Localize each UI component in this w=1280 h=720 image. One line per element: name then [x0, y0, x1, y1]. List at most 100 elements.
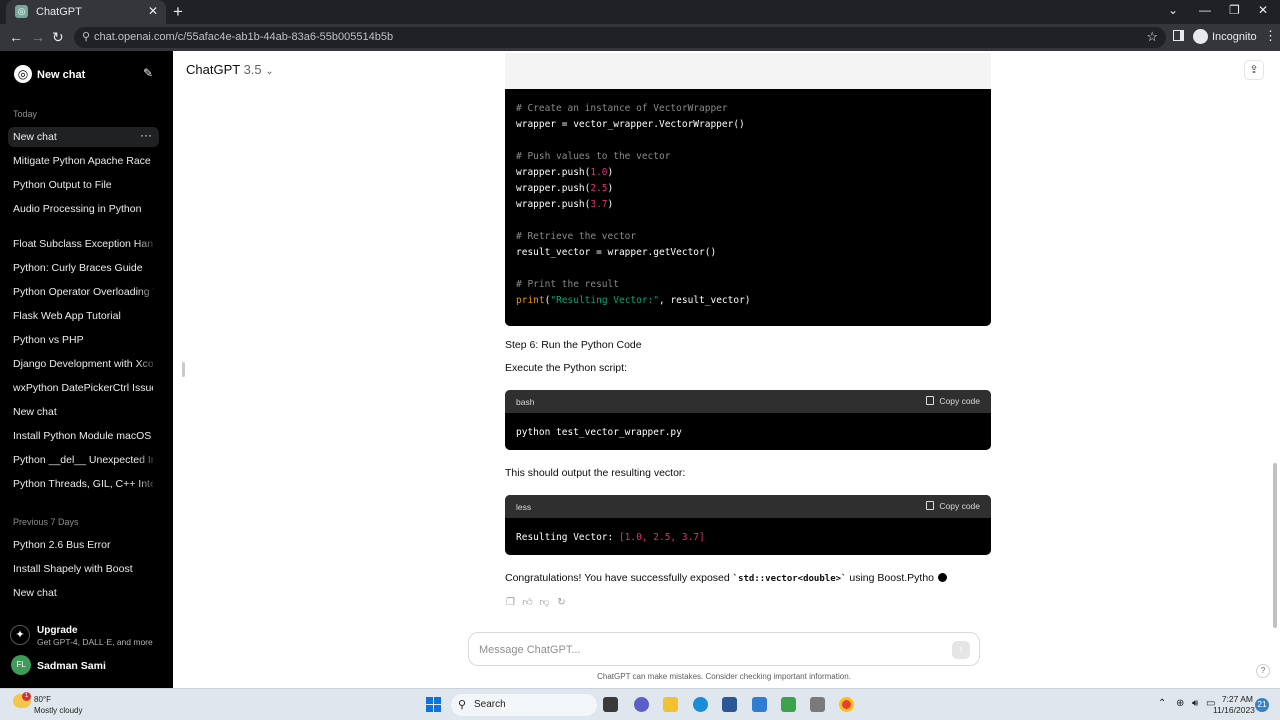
browser-menu-icon[interactable]: ⋮: [1264, 28, 1277, 44]
chat-history-item[interactable]: New chat ···: [8, 127, 159, 147]
scrollbar[interactable]: [1273, 463, 1277, 628]
chat-history-label: Django Development with Xcode: [13, 358, 153, 370]
new-tab-button[interactable]: +: [173, 2, 183, 22]
code-content: python test_vector_wrapper.py: [516, 427, 682, 438]
upgrade-title[interactable]: Upgrade: [37, 625, 78, 636]
taskbar-search[interactable]: ⚲ Search: [451, 694, 597, 716]
weather-temperature[interactable]: 80°F: [34, 695, 51, 704]
app-icon[interactable]: [810, 697, 825, 712]
chrome-icon[interactable]: [839, 697, 854, 712]
code-line: # Retrieve the vector: [516, 231, 637, 242]
edge-browser-icon[interactable]: [693, 697, 708, 712]
chat-history-item[interactable]: Python Output to File: [8, 175, 159, 195]
site-info-icon[interactable]: ⚲: [82, 30, 90, 43]
incognito-label[interactable]: Incognito: [1212, 31, 1257, 43]
bookmark-star-icon[interactable]: ☆: [1146, 29, 1158, 45]
url-field[interactable]: ⚲ chat.openai.com/c/55afac4e-ab1b-44ab-8…: [74, 27, 1166, 48]
back-icon[interactable]: ←: [9, 29, 23, 45]
disclaimer-text: ChatGPT can make mistakes. Consider chec…: [597, 672, 851, 681]
chat-history-item[interactable]: Python __del__ Unexpected Invocation: [8, 450, 159, 470]
chat-history-item[interactable]: Python: Curly Braces Guide: [8, 258, 159, 278]
chat-history-item[interactable]: Mitigate Python Apache Race: [8, 151, 159, 171]
chat-history-label: Python: Curly Braces Guide: [13, 262, 143, 274]
taskbar: 1 80°F Mostly cloudy ⚲ Search ⌃ ⊕ 🔊︎ ▭ 7…: [0, 688, 1280, 720]
forward-icon[interactable]: →: [31, 29, 45, 45]
weather-description[interactable]: Mostly cloudy: [34, 706, 82, 715]
new-chat-button[interactable]: New chat: [37, 69, 85, 81]
close-window-icon[interactable]: ✕: [1258, 3, 1268, 17]
chat-history-item[interactable]: Django Development with Xcode: [8, 354, 159, 374]
chat-history-item[interactable]: New chat: [8, 402, 159, 422]
windows-start-icon[interactable]: [426, 697, 441, 712]
volume-icon[interactable]: 🔊︎: [1192, 698, 1198, 709]
thumbs-up-icon[interactable]: 👍︎: [522, 597, 533, 608]
tray-chevron-up-icon[interactable]: ⌃: [1158, 698, 1166, 709]
clock-date[interactable]: 11/16/2023: [1213, 705, 1255, 715]
code-block-python: # Create an instance of VectorWrapper wra…: [505, 53, 991, 326]
task-view-icon[interactable]: [603, 697, 618, 712]
code-line: wrapper.push(1.0): [516, 167, 614, 178]
message-input[interactable]: [479, 641, 939, 659]
copy-code-button[interactable]: Copy code: [926, 501, 980, 511]
copy-code-button[interactable]: Copy code: [926, 396, 980, 406]
message-actions: ❐ 👍︎ 👎︎ ↻: [505, 592, 573, 610]
close-tab-icon[interactable]: ✕: [148, 4, 158, 18]
chat-history-item[interactable]: Audio Processing in Python: [8, 199, 159, 219]
model-version: 3.5: [243, 62, 262, 77]
code-line: # Push values to the vector: [516, 151, 671, 162]
openai-logo-icon[interactable]: ◎: [14, 65, 32, 83]
chat-history-item[interactable]: Install Python Module macOS: [8, 426, 159, 446]
code-block-header: less Copy code: [505, 495, 991, 518]
chat-history-label: Python vs PHP: [13, 334, 84, 346]
thumbs-down-icon[interactable]: 👎︎: [539, 597, 550, 608]
side-panel-icon[interactable]: [1173, 30, 1184, 41]
message-composer: ↑: [468, 632, 980, 666]
chat-app-icon[interactable]: [634, 697, 649, 712]
vscode-icon[interactable]: [752, 697, 767, 712]
chat-history-item[interactable]: Python vs PHP: [8, 330, 159, 350]
send-button[interactable]: ↑: [952, 641, 970, 659]
chat-history-label: Python Operator Overloading Tutorial: [13, 286, 153, 298]
copy-icon[interactable]: ❐: [505, 597, 516, 608]
section-title-previous-7-days: Previous 7 Days: [13, 517, 79, 527]
store-icon[interactable]: [722, 697, 737, 712]
chat-history-item[interactable]: Python Operator Overloading Tutorial: [8, 282, 159, 302]
chat-history-item[interactable]: Install Shapely with Boost: [8, 559, 159, 579]
chat-history-item[interactable]: Flask Web App Tutorial: [8, 306, 159, 326]
compose-icon[interactable]: ✎: [143, 66, 153, 80]
help-button[interactable]: ?: [1256, 664, 1270, 678]
browser-tab[interactable]: ◎ ChatGPT ✕: [6, 0, 166, 24]
tab-search-chevron-icon[interactable]: ⌄: [1168, 3, 1178, 17]
model-selector[interactable]: ChatGPT 3.5 ⌄: [186, 62, 274, 77]
sidebar-collapse-handle[interactable]: [182, 362, 185, 377]
more-options-icon[interactable]: ···: [140, 128, 152, 142]
share-button[interactable]: ⇪: [1244, 60, 1264, 80]
chat-history-item[interactable]: Python Threads, GIL, C++ Integration: [8, 474, 159, 494]
clock-time[interactable]: 7:27 AM: [1213, 694, 1253, 704]
language-icon[interactable]: ⊕: [1176, 698, 1184, 709]
chat-sidebar: ◎ New chat ✎ Today New chat ··· Mitigate…: [0, 51, 173, 688]
output-intro-text: This should output the resulting vector:: [505, 467, 686, 479]
notification-badge[interactable]: 21: [1255, 698, 1269, 712]
minimize-icon[interactable]: —: [1199, 3, 1211, 17]
incognito-icon[interactable]: [1193, 29, 1208, 44]
chat-history-item[interactable]: wxPython DatePickerCtrl Issue: [8, 378, 159, 398]
chat-history-item[interactable]: Python 2.6 Bus Error: [8, 535, 159, 555]
chat-history-label: Mitigate Python Apache Race: [13, 155, 151, 167]
reload-icon[interactable]: ↻: [52, 29, 64, 46]
file-explorer-icon[interactable]: [663, 697, 678, 712]
chat-history-item[interactable]: New chat: [8, 583, 159, 603]
notepad-plus-icon[interactable]: [781, 697, 796, 712]
maximize-icon[interactable]: ❐: [1229, 3, 1240, 17]
upgrade-subtitle[interactable]: Get GPT-4, DALL·E, and more: [37, 637, 153, 647]
user-name[interactable]: Sadman Sami: [37, 660, 106, 672]
sparkle-icon[interactable]: ✦: [10, 625, 30, 645]
chat-history-item[interactable]: Float Subclass Exception Handling: [8, 234, 159, 254]
browser-tab-bar: ◎ ChatGPT ✕ + ⌄ — ❐ ✕: [0, 0, 1280, 24]
search-icon: ⚲: [458, 699, 467, 711]
code-block-output: less Copy code Resulting Vector: [1.0, 2…: [505, 495, 991, 555]
regenerate-icon[interactable]: ↻: [556, 597, 567, 608]
code-line: wrapper.push(2.5): [516, 183, 614, 194]
